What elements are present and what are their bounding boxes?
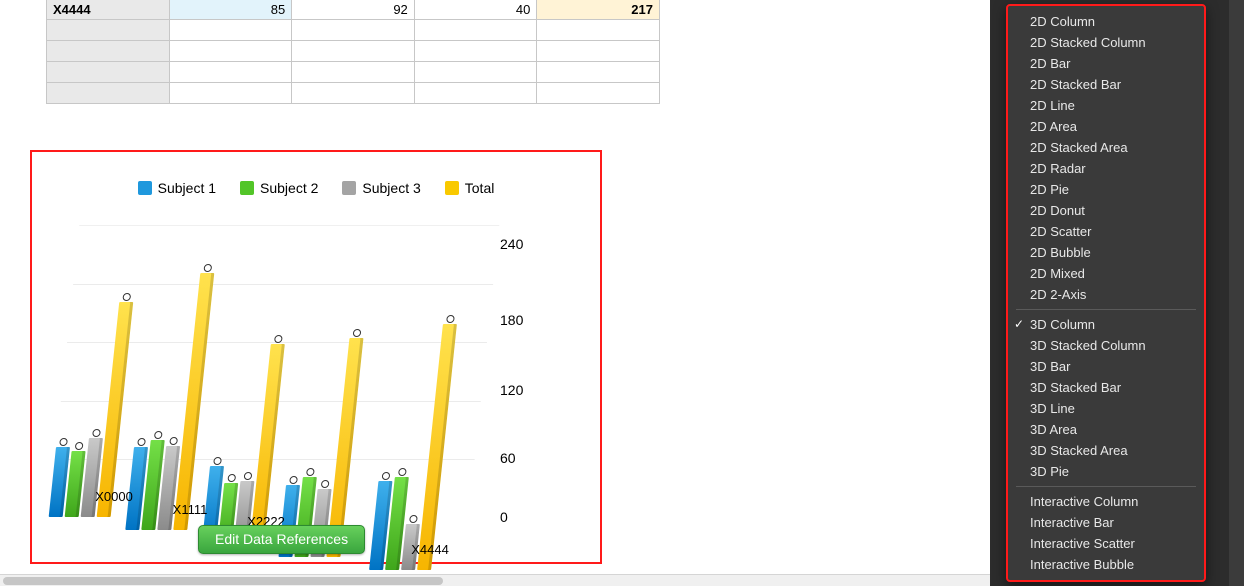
xcat-4: X4444 [411, 542, 449, 557]
table-row: X4444 85 92 40 217 [47, 0, 660, 20]
document-area: X4444 85 92 40 217 Subject 1 Subject 2 S… [0, 0, 990, 586]
chart-type-option[interactable]: 2D Scatter [1008, 221, 1204, 242]
cell-subject3[interactable]: 40 [414, 0, 537, 20]
chart-type-option[interactable]: Interactive Bubble [1008, 554, 1204, 575]
legend-swatch-subject2 [240, 181, 254, 195]
legend-swatch-subject3 [342, 181, 356, 195]
horizontal-scrollbar[interactable] [0, 574, 990, 586]
chart-type-option[interactable]: Interactive Column [1008, 491, 1204, 512]
chart-type-option[interactable]: 3D Stacked Bar [1008, 377, 1204, 398]
chart-type-option[interactable]: 2D Pie [1008, 179, 1204, 200]
legend-label-subject1: Subject 1 [158, 180, 216, 196]
table-row [47, 20, 660, 41]
legend-label-total: Total [465, 180, 495, 196]
chart-type-option[interactable]: 2D Bubble [1008, 242, 1204, 263]
chart-type-option[interactable]: 3D Bar [1008, 356, 1204, 377]
data-table[interactable]: X4444 85 92 40 217 [46, 0, 660, 104]
chart-type-option[interactable]: 2D Stacked Bar [1008, 74, 1204, 95]
chart-type-option[interactable]: 3D Stacked Column [1008, 335, 1204, 356]
chart-legend: Subject 1 Subject 2 Subject 3 Total [32, 152, 600, 202]
chart-type-menu[interactable]: 2D Column2D Stacked Column2D Bar2D Stack… [1006, 4, 1206, 582]
ytick-60: 60 [500, 450, 516, 466]
legend-swatch-subject1 [138, 181, 152, 195]
chart-type-option[interactable]: 3D Column [1008, 314, 1204, 335]
chart-type-option[interactable]: 3D Area [1008, 419, 1204, 440]
chart-type-option[interactable]: 2D Donut [1008, 200, 1204, 221]
table-row [47, 83, 660, 104]
menu-separator [1016, 309, 1196, 310]
chart-type-option[interactable]: 2D Stacked Area [1008, 137, 1204, 158]
chart-type-option[interactable]: 2D Mixed [1008, 263, 1204, 284]
chart-type-option[interactable]: 2D Line [1008, 95, 1204, 116]
ytick-120: 120 [500, 382, 523, 398]
chart-type-option[interactable]: 3D Pie [1008, 461, 1204, 482]
xcat-1: X1111 [173, 502, 208, 517]
cell-total[interactable]: 217 [537, 0, 660, 20]
legend-swatch-total [445, 181, 459, 195]
ytick-240: 240 [500, 236, 523, 252]
chart-plot [49, 225, 500, 517]
chart-type-option[interactable]: Interactive Bar [1008, 512, 1204, 533]
chart-type-option[interactable]: 2D Bar [1008, 53, 1204, 74]
menu-separator [1016, 486, 1196, 487]
chart-type-option[interactable]: 2D Area [1008, 116, 1204, 137]
table-row [47, 62, 660, 83]
chart-type-option[interactable]: 3D Stacked Area [1008, 440, 1204, 461]
row-label[interactable]: X4444 [47, 0, 170, 20]
table-row [47, 41, 660, 62]
scrollbar-thumb[interactable] [3, 577, 443, 585]
chart-type-option[interactable]: Interactive Scatter [1008, 533, 1204, 554]
panel-scrollbar[interactable] [1229, 0, 1244, 586]
cell-subject2[interactable]: 92 [292, 0, 415, 20]
legend-label-subject2: Subject 2 [260, 180, 318, 196]
cell-subject1[interactable]: 85 [169, 0, 292, 20]
legend-label-subject3: Subject 3 [362, 180, 420, 196]
ytick-180: 180 [500, 312, 523, 328]
chart-type-option[interactable]: 2D Stacked Column [1008, 32, 1204, 53]
chart-type-option[interactable]: 2D Column [1008, 11, 1204, 32]
chart-type-option[interactable]: 2D 2-Axis [1008, 284, 1204, 305]
xcat-0: X0000 [95, 489, 133, 504]
chart-type-option[interactable]: 2D Radar [1008, 158, 1204, 179]
chart-type-option[interactable]: 3D Line [1008, 398, 1204, 419]
edit-data-references-button[interactable]: Edit Data References [198, 525, 365, 554]
